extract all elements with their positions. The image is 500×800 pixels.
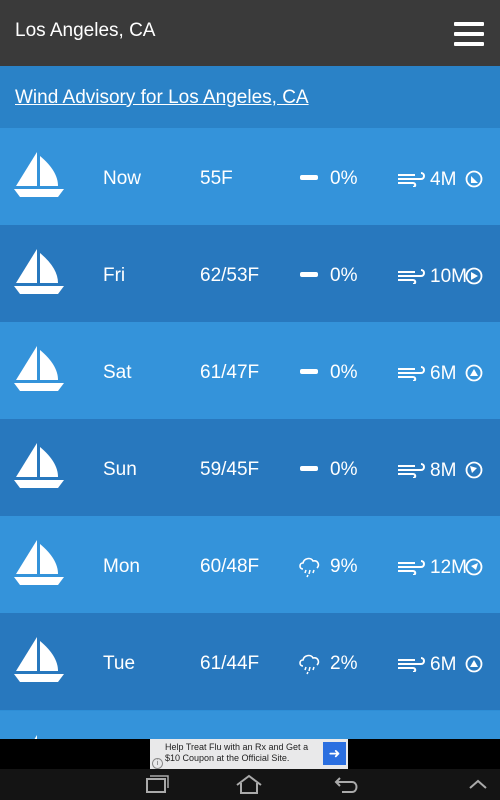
recent-apps-icon[interactable] xyxy=(140,773,172,795)
wind-icon xyxy=(398,560,425,575)
sailboat-icon xyxy=(14,637,64,682)
forecast-precip: 0% xyxy=(330,265,358,286)
forecast-wind: 6M xyxy=(430,363,457,384)
home-icon[interactable] xyxy=(233,773,265,795)
dash-icon xyxy=(300,369,318,374)
forecast-temp: 60/48F xyxy=(200,556,260,577)
ad-arrow-icon[interactable]: ➜ xyxy=(323,742,346,765)
forecast-precip: 0% xyxy=(330,362,358,383)
forecast-row[interactable]: Fri 62/53F 0% 10M xyxy=(0,225,500,322)
ad-text: Help Treat Flu with an Rx and Get a $10 … xyxy=(165,742,309,763)
forecast-row[interactable]: Sun 59/45F 0% 8M xyxy=(0,419,500,516)
wind-icon xyxy=(398,172,425,187)
forecast-wind: 6M xyxy=(430,654,457,675)
rain-cloud-icon xyxy=(299,557,320,578)
forecast-wind: 10M xyxy=(430,266,467,287)
forecast-day: Fri xyxy=(103,265,126,286)
wind-icon xyxy=(398,366,425,381)
advisory-banner: Wind Advisory for Los Angeles, CA xyxy=(0,66,500,128)
sailboat-icon xyxy=(14,443,64,488)
dash-icon xyxy=(300,466,318,471)
forecast-day: Mon xyxy=(103,556,140,577)
forecast-row[interactable]: Sat 61/47F 0% 6M xyxy=(0,322,500,419)
wind-icon xyxy=(398,269,425,284)
ad-content[interactable]: i Help Treat Flu with an Rx and Get a $1… xyxy=(150,739,348,769)
chevron-up-icon[interactable] xyxy=(462,773,494,795)
forecast-row-partial[interactable] xyxy=(0,711,500,739)
sailboat-icon xyxy=(14,152,64,197)
forecast-day: Now xyxy=(103,168,142,189)
forecast-row[interactable]: Tue 61/44F 2% 6M xyxy=(0,613,500,710)
dash-icon xyxy=(300,272,318,277)
hamburger-menu-icon[interactable] xyxy=(454,22,484,46)
system-nav-bar xyxy=(0,769,500,800)
wind-icon xyxy=(398,463,425,478)
forecast-temp: 59/45F xyxy=(200,459,260,480)
wind-direction-icon xyxy=(465,558,483,576)
forecast-day: Tue xyxy=(103,653,136,674)
forecast-row[interactable]: Now 55F 0% 4M xyxy=(0,128,500,225)
wind-advisory-link[interactable]: Wind Advisory for Los Angeles, CA xyxy=(15,87,309,109)
forecast-wind: 8M xyxy=(430,460,457,481)
dash-icon xyxy=(300,175,318,180)
ad-info-icon[interactable]: i xyxy=(152,758,163,769)
sailboat-icon xyxy=(14,346,64,391)
forecast-day: Sun xyxy=(103,459,137,480)
forecast-temp: 55F xyxy=(200,168,233,189)
forecast-precip: 2% xyxy=(330,653,358,674)
wind-direction-icon xyxy=(465,461,483,479)
back-icon[interactable] xyxy=(330,773,362,795)
rain-cloud-icon xyxy=(299,654,320,675)
app-header: Los Angeles, CA xyxy=(0,0,500,66)
forecast-temp: 61/44F xyxy=(200,653,260,674)
wind-direction-icon xyxy=(465,364,483,382)
wind-direction-icon xyxy=(465,170,483,188)
forecast-wind: 4M xyxy=(430,169,457,190)
forecast-wind: 12M xyxy=(430,557,467,578)
forecast-list: Now 55F 0% 4M Fri 62/53F 0% 10M Sat 61/4… xyxy=(0,128,500,710)
forecast-day: Sat xyxy=(103,362,132,383)
sailboat-icon xyxy=(14,540,64,585)
wind-icon xyxy=(398,657,425,672)
forecast-precip: 0% xyxy=(330,168,358,189)
location-title: Los Angeles, CA xyxy=(15,20,156,41)
forecast-row[interactable]: Mon 60/48F 9% 12M xyxy=(0,516,500,613)
forecast-precip: 0% xyxy=(330,459,358,480)
wind-direction-icon xyxy=(465,655,483,673)
forecast-temp: 62/53F xyxy=(200,265,260,286)
sailboat-icon xyxy=(14,249,64,294)
ad-banner: i Help Treat Flu with an Rx and Get a $1… xyxy=(0,739,500,769)
wind-direction-icon xyxy=(465,267,483,285)
forecast-precip: 9% xyxy=(330,556,358,577)
forecast-temp: 61/47F xyxy=(200,362,260,383)
